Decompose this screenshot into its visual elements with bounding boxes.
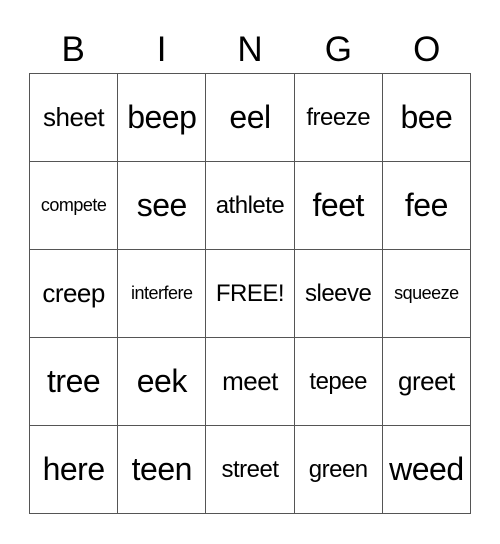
bingo-cell[interactable]: see: [118, 162, 207, 250]
bingo-cell[interactable]: greet: [382, 338, 471, 426]
header-letter-n: N: [237, 30, 263, 69]
bingo-cell[interactable]: squeeze: [382, 250, 471, 338]
bingo-cell[interactable]: feet: [294, 162, 383, 250]
bingo-cell[interactable]: sleeve: [294, 250, 383, 338]
header-letter-i: I: [156, 30, 167, 69]
bingo-cell[interactable]: fee: [382, 162, 471, 250]
bingo-cell[interactable]: athlete: [206, 162, 295, 250]
header-letter-g: G: [324, 30, 352, 69]
bingo-cell[interactable]: interfere: [118, 250, 207, 338]
bingo-cell[interactable]: weed: [382, 426, 471, 514]
bingo-cell[interactable]: eek: [118, 338, 207, 426]
header-letter-o: O: [413, 30, 441, 69]
bingo-cell[interactable]: beep: [118, 74, 207, 162]
bingo-cell[interactable]: compete: [30, 162, 119, 250]
bingo-header: B I N G O: [29, 28, 471, 72]
header-letter-b: B: [61, 30, 85, 69]
bingo-cell[interactable]: creep: [30, 250, 119, 338]
bingo-cell[interactable]: eel: [206, 74, 295, 162]
bingo-cell[interactable]: teen: [118, 426, 207, 514]
free-space-cell[interactable]: FREE!: [206, 250, 295, 338]
bingo-cell[interactable]: street: [206, 426, 295, 514]
bingo-cell[interactable]: here: [30, 426, 119, 514]
bingo-cell[interactable]: bee: [382, 74, 471, 162]
bingo-cell[interactable]: green: [294, 426, 383, 514]
bingo-cell[interactable]: sheet: [30, 74, 119, 162]
bingo-grid: sheet beep eel freeze bee compete see at…: [29, 73, 471, 514]
bingo-cell[interactable]: tree: [30, 338, 119, 426]
bingo-cell[interactable]: meet: [206, 338, 295, 426]
bingo-cell[interactable]: freeze: [294, 74, 383, 162]
bingo-cell[interactable]: tepee: [294, 338, 383, 426]
